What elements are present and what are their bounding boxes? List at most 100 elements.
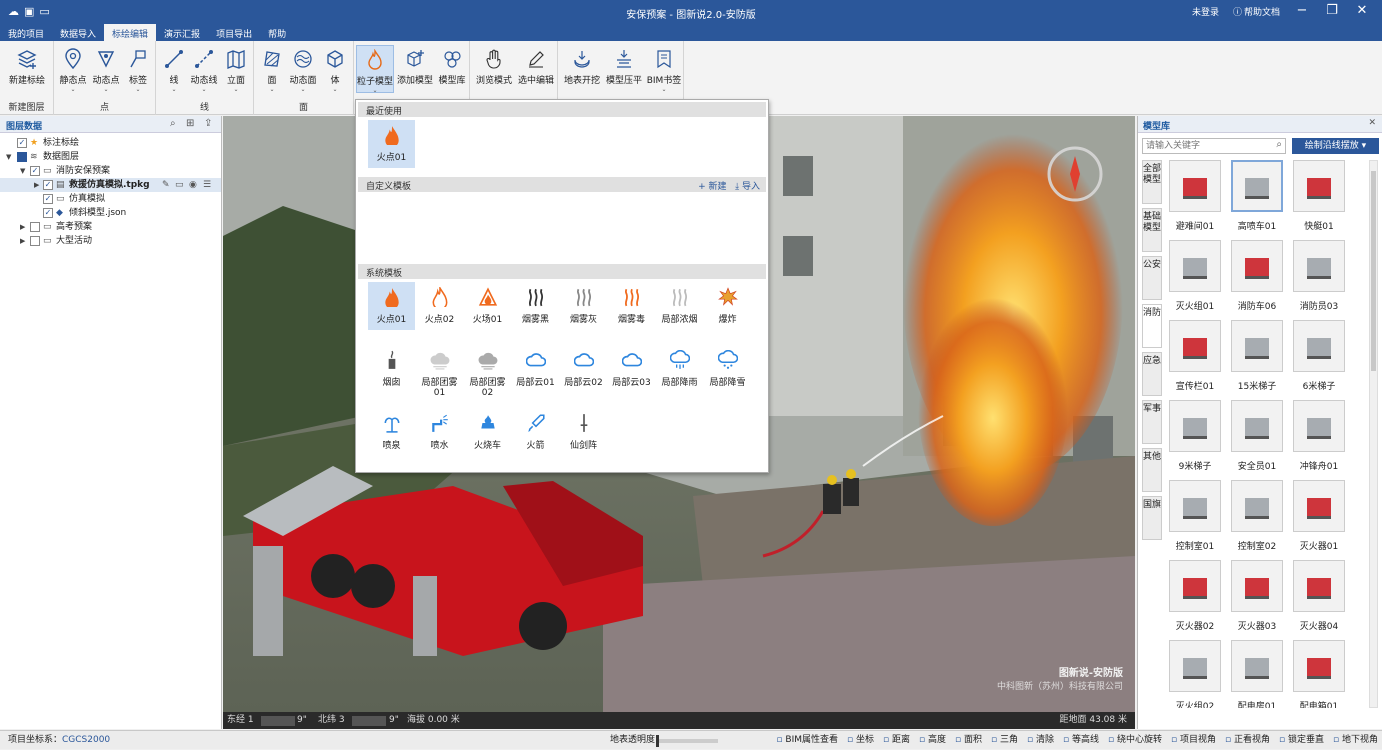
layer-checkbox[interactable]: ✓ xyxy=(43,194,53,204)
menu-item[interactable]: 项目导出 xyxy=(208,24,260,41)
menu-item[interactable]: 演示汇报 xyxy=(156,24,208,41)
chevron-right-icon[interactable]: ▶ xyxy=(34,178,39,192)
particle-item[interactable]: 火场01 xyxy=(464,282,511,330)
dynamic-line-button[interactable]: 动态线 ⌄ xyxy=(188,45,220,93)
flatten-model-button[interactable]: 模型压平 xyxy=(604,45,644,93)
list-icon[interactable]: ☰ xyxy=(203,178,211,192)
status-tool[interactable]: ▫ 绕中心旋转 xyxy=(1108,731,1162,750)
particle-item[interactable]: 烟雾毒 xyxy=(608,282,655,330)
category-tab[interactable]: 国旗 xyxy=(1142,496,1162,540)
particle-item[interactable]: 局部云02 xyxy=(560,345,607,393)
dynamic-point-button[interactable]: 动态点 ⌄ xyxy=(90,45,122,93)
particle-item[interactable]: 火箭 xyxy=(512,408,559,456)
model-item[interactable]: 灭火器01 xyxy=(1292,480,1346,552)
status-tool[interactable]: ▫ 面积 xyxy=(955,731,982,750)
slider-handle[interactable] xyxy=(656,735,659,747)
model-item[interactable]: 宣传栏01 xyxy=(1168,320,1222,392)
edit-icon[interactable]: ✎ xyxy=(162,178,170,192)
status-tool[interactable]: ▫ 清除 xyxy=(1027,731,1054,750)
model-item[interactable]: 安全员01 xyxy=(1230,400,1284,472)
category-tab[interactable]: 军事 xyxy=(1142,400,1162,444)
layer-checkbox-partial[interactable] xyxy=(17,152,27,162)
status-tool[interactable]: ▫ 项目视角 xyxy=(1171,731,1216,750)
status-tool[interactable]: ▫ BIM属性查看 xyxy=(776,731,838,750)
scrollbar-thumb[interactable] xyxy=(1371,171,1376,371)
chevron-down-icon[interactable]: ▼ xyxy=(6,150,11,164)
menu-item[interactable]: 标绘编辑 xyxy=(104,24,157,41)
status-tool[interactable]: ▫ 正看视角 xyxy=(1225,731,1270,750)
particle-item[interactable]: 局部降雨 xyxy=(656,345,703,393)
select-edit-button[interactable]: 选中编辑 xyxy=(516,45,556,93)
line-button[interactable]: 线 ⌄ xyxy=(162,45,186,93)
play-icon[interactable]: ◉ xyxy=(189,178,197,192)
static-point-button[interactable]: 静态点 ⌄ xyxy=(58,45,88,93)
new-template-button[interactable]: + 新建 xyxy=(698,182,726,192)
layer-checkbox[interactable] xyxy=(30,222,40,232)
menu-item[interactable]: 我的项目 xyxy=(0,24,52,41)
status-tool[interactable]: ▫ 坐标 xyxy=(847,731,874,750)
model-search-input[interactable] xyxy=(1143,139,1267,153)
menu-item[interactable]: 帮助 xyxy=(260,24,294,41)
category-tab[interactable]: 应急 xyxy=(1142,352,1162,396)
face-button[interactable]: 面 ⌄ xyxy=(260,45,284,93)
model-item[interactable]: 配电箱01 xyxy=(1292,640,1346,708)
particle-model-button[interactable]: 粒子模型 ⌄ xyxy=(356,45,394,94)
chevron-right-icon[interactable]: ▶ xyxy=(20,220,25,234)
layer-checkbox[interactable]: ✓ xyxy=(30,166,40,176)
model-item[interactable]: 消防车06 xyxy=(1230,240,1284,312)
folder-add-icon[interactable]: ▭ xyxy=(175,178,184,192)
layer-checkbox[interactable]: ✓ xyxy=(43,180,53,190)
model-item[interactable]: 消防员03 xyxy=(1292,240,1346,312)
search-icon[interactable]: ⌕ xyxy=(1276,139,1282,150)
add-model-button[interactable]: 添加模型 xyxy=(397,45,433,93)
layer-checkbox[interactable] xyxy=(30,236,40,246)
browse-mode-button[interactable]: 浏览模式 xyxy=(474,45,514,93)
tree-row-oblique-model[interactable]: ✓ ◆ 倾斜模型.json xyxy=(0,206,221,220)
status-tool[interactable]: ▫ 等高线 xyxy=(1063,731,1099,750)
tree-row-data-layer[interactable]: ▼ ≋ 数据图层 xyxy=(0,150,221,164)
particle-item[interactable]: 喷水 xyxy=(416,408,463,456)
model-item[interactable]: 冲锋舟01 xyxy=(1292,400,1346,472)
particle-item[interactable]: 局部团雾02 xyxy=(464,345,511,398)
model-item[interactable]: 配电房01 xyxy=(1230,640,1284,708)
excavate-button[interactable]: 地表开挖 xyxy=(562,45,602,93)
model-item[interactable]: 灭火组02 xyxy=(1168,640,1222,708)
model-library-button[interactable]: 模型库 xyxy=(436,45,468,93)
model-item[interactable]: 灭火组01 xyxy=(1168,240,1222,312)
search-icon[interactable]: ⌕ xyxy=(170,118,176,129)
particle-item[interactable]: 局部团雾01 xyxy=(416,345,463,398)
tree-row-rescue-sim[interactable]: ▶ ✓ ▤ 救援仿真模拟.tpkg ✎ ▭ ◉ ☰ xyxy=(0,178,221,192)
model-item[interactable]: 控制室01 xyxy=(1168,480,1222,552)
crs-value[interactable]: CGCS2000 xyxy=(62,731,110,750)
label-button[interactable]: 标签 ⌄ xyxy=(124,45,152,93)
particle-item[interactable]: 烟雾黑 xyxy=(512,282,559,330)
chevron-down-icon[interactable]: ▼ xyxy=(20,164,25,178)
model-item[interactable]: 灭火器04 xyxy=(1292,560,1346,632)
particle-item[interactable]: 火点02 xyxy=(416,282,463,330)
tree-row-simulation[interactable]: ✓ ▭ 仿真模拟 xyxy=(0,192,221,206)
minimize-icon[interactable]: − xyxy=(1294,4,1310,18)
login-status[interactable]: 未登录 xyxy=(1192,5,1219,18)
layer-checkbox[interactable]: ✓ xyxy=(17,138,27,148)
particle-item[interactable]: 喷泉 xyxy=(368,408,415,456)
particle-item[interactable]: 局部云03 xyxy=(608,345,655,393)
category-tab[interactable]: 全部模型 xyxy=(1142,160,1162,204)
category-tab[interactable]: 公安 xyxy=(1142,256,1162,300)
add-folder-icon[interactable]: ⊞ xyxy=(186,118,194,129)
status-tool[interactable]: ▫ 距离 xyxy=(883,731,910,750)
close-icon[interactable]: ✕ xyxy=(1354,4,1370,18)
tree-row-mark[interactable]: ✓ ★ 标注标绘 xyxy=(0,136,221,150)
new-mark-button[interactable]: 新建标绘 xyxy=(6,45,48,93)
particle-item[interactable]: 局部浓烟 xyxy=(656,282,703,330)
help-docs-link[interactable]: 帮助文档 xyxy=(1244,5,1280,18)
tree-row-exam-plan[interactable]: ▶ ▭ 高考预案 xyxy=(0,220,221,234)
model-scrollbar[interactable] xyxy=(1369,160,1378,708)
dynamic-face-button[interactable]: 动态面 ⌄ xyxy=(287,45,319,93)
model-item[interactable]: 灭火器03 xyxy=(1230,560,1284,632)
particle-item[interactable]: 烟囱 xyxy=(368,345,415,393)
particle-item[interactable]: 爆炸 xyxy=(704,282,751,330)
particle-item[interactable]: 局部降雪 xyxy=(704,345,751,393)
status-tool[interactable]: ▫ 三角 xyxy=(991,731,1018,750)
tree-row-big-event[interactable]: ▶ ▭ 大型活动 xyxy=(0,234,221,248)
particle-item[interactable]: 烟雾灰 xyxy=(560,282,607,330)
